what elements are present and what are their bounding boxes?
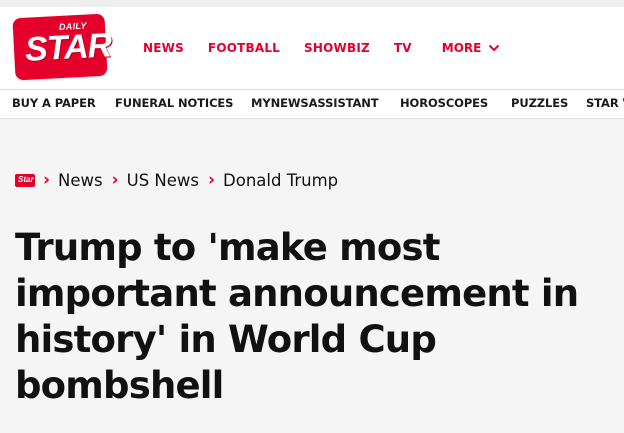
logo-star-text: STAR — [24, 26, 113, 69]
chevron-right-icon: › — [111, 170, 119, 190]
chevron-right-icon: › — [43, 170, 51, 190]
nav-more[interactable]: MORE — [442, 41, 501, 55]
nav-more-label: MORE — [441, 41, 482, 55]
site-header: DAILY STAR NEWS FOOTBALL SHOWBIZ TV MORE — [0, 7, 624, 90]
subnav-puzzles[interactable]: PUZZLES — [511, 96, 568, 110]
chevron-down-icon — [489, 44, 500, 52]
breadcrumb-logo-text: Star — [18, 174, 34, 184]
breadcrumb-donald-trump[interactable]: Donald Trump — [223, 171, 338, 190]
subnav-mynewsassistant[interactable]: MYNEWSASSISTANT — [251, 96, 379, 110]
subnav-horoscopes[interactable]: HOROSCOPES — [400, 96, 488, 110]
sub-nav: BUY A PAPER FUNERAL NOTICES MYNEWSASSIST… — [0, 90, 624, 119]
nav-news[interactable]: NEWS — [143, 41, 184, 55]
breadcrumb-news[interactable]: News — [58, 171, 103, 190]
nav-showbiz[interactable]: SHOWBIZ — [304, 41, 370, 55]
breadcrumb: Star › News › US News › Donald Trump — [15, 168, 347, 192]
top-strip — [0, 0, 624, 7]
subnav-buy-a-paper[interactable]: BUY A PAPER — [12, 96, 96, 110]
chevron-right-icon: › — [208, 170, 216, 190]
breadcrumb-home-logo[interactable]: Star — [15, 173, 35, 187]
daily-star-logo[interactable]: DAILY STAR — [12, 13, 112, 81]
subnav-star-v[interactable]: STAR V — [586, 96, 624, 110]
nav-tv[interactable]: TV — [394, 41, 412, 55]
breadcrumb-us-news[interactable]: US News — [127, 171, 199, 190]
subnav-funeral-notices[interactable]: FUNERAL NOTICES — [115, 96, 233, 110]
nav-football[interactable]: FOOTBALL — [208, 41, 280, 55]
main-nav: NEWS FOOTBALL SHOWBIZ TV MORE — [143, 38, 500, 58]
article-headline: Trump to 'make most important announceme… — [15, 226, 579, 407]
